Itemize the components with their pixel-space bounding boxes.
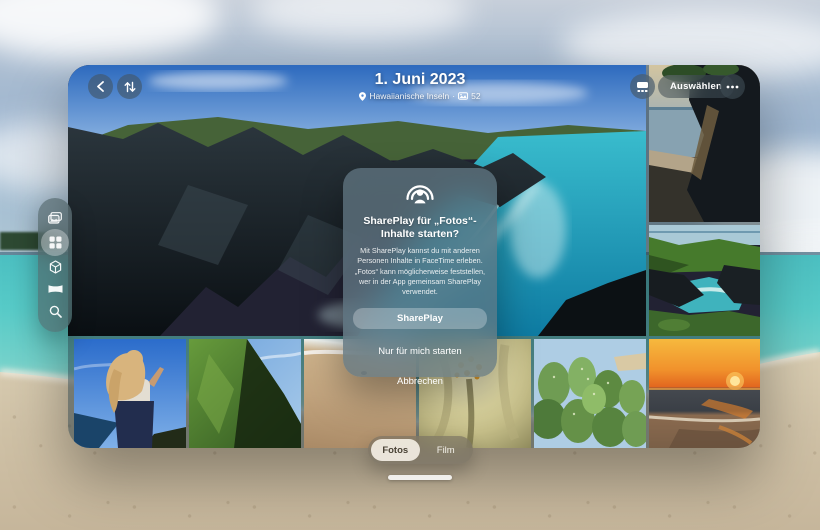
cancel-button[interactable]: Abbrechen [353, 366, 487, 396]
photo-cactus-patch[interactable] [534, 339, 646, 448]
albums-grid-icon [49, 236, 61, 249]
sidebar-item-albums[interactable] [41, 229, 69, 256]
location-label: Hawaiianische Inseln [369, 91, 450, 101]
arrow-up-arrow-down-icon [124, 81, 135, 92]
search-icon [49, 305, 62, 319]
tab-fotos-label: Fotos [382, 444, 409, 456]
sidebar-item-photos[interactable] [43, 207, 67, 229]
sort-button[interactable] [117, 74, 142, 99]
select-button-label: Auswählen [670, 81, 722, 92]
more-button[interactable] [720, 74, 745, 99]
tab-fotos[interactable]: Fotos [371, 439, 420, 461]
photo-green-sea-cliffs[interactable] [189, 339, 301, 448]
sidebar-item-spatial[interactable] [43, 256, 67, 278]
shareplay-dialog: SharePlay für „Fotos“-Inhalte starten? M… [343, 168, 497, 387]
app-tab-bar [38, 198, 72, 332]
ellipsis-icon [726, 85, 739, 88]
tab-film-label: Film [436, 444, 455, 456]
back-button[interactable] [88, 74, 113, 99]
chevron-left-icon [97, 81, 104, 92]
view-options-button[interactable] [630, 74, 655, 99]
header-subtitle: Hawaiianische Inseln · 52 [300, 91, 540, 101]
spatial-cube-icon [49, 260, 61, 274]
start-for-me-label: Nur für mich starten [378, 345, 462, 357]
tab-film[interactable]: Film [422, 439, 471, 461]
photos-stack-icon [48, 212, 62, 224]
photo-count-icon [458, 92, 469, 100]
sidebar-item-panorama[interactable] [43, 278, 67, 300]
sidebar-item-search[interactable] [43, 301, 67, 323]
window-drag-handle[interactable] [388, 475, 452, 480]
shareplay-confirm-label: SharePlay [397, 313, 443, 325]
photo-woman-on-cliff[interactable] [74, 339, 186, 448]
photo-green-coast-cove[interactable] [649, 225, 760, 336]
layout-view-icon [637, 81, 648, 92]
header: 1. Juni 2023 Hawaiianische Inseln · 52 [300, 71, 540, 101]
location-pin-icon [359, 91, 367, 101]
view-mode-segmented-control: Fotos Film [368, 436, 473, 464]
photo-count: 52 [471, 91, 481, 101]
shareplay-confirm-button[interactable]: SharePlay [353, 308, 487, 330]
dialog-title: SharePlay für „Fotos“-Inhalte starten? [363, 215, 477, 241]
photo-beach-sunset[interactable] [649, 339, 760, 448]
separator: · [452, 91, 456, 101]
page-title: 1. Juni 2023 [374, 71, 466, 88]
shareplay-icon [406, 185, 434, 204]
cancel-label: Abbrechen [397, 375, 443, 387]
start-for-me-button[interactable]: Nur für mich starten [353, 336, 487, 366]
panorama-icon [48, 285, 62, 294]
visionos-photos-screen: 1. Juni 2023 Hawaiianische Inseln · 52 A… [0, 0, 820, 530]
dialog-body: Mit SharePlay kannst du mit anderen Pers… [354, 246, 486, 297]
